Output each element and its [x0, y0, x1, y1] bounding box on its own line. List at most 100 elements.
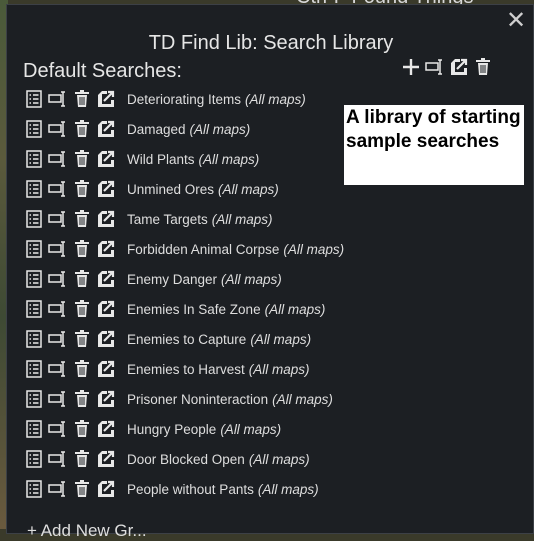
export-icon[interactable]: [96, 389, 116, 409]
annotation-box: A library of starting sample searches: [344, 105, 524, 185]
list-icon[interactable]: [24, 179, 44, 199]
row-actions: [24, 359, 127, 379]
search-row: Enemies to Harvest (All maps): [24, 354, 344, 384]
rename-icon[interactable]: [48, 179, 68, 199]
rename-icon[interactable]: [48, 239, 68, 259]
row-actions: [24, 179, 127, 199]
export-icon[interactable]: [96, 419, 116, 439]
row-actions: [24, 389, 127, 409]
list-icon[interactable]: [24, 149, 44, 169]
list-icon[interactable]: [24, 209, 44, 229]
list-icon[interactable]: [24, 449, 44, 469]
rename-icon[interactable]: [48, 329, 68, 349]
trash-icon[interactable]: [72, 269, 92, 289]
trash-icon[interactable]: [72, 419, 92, 439]
search-name[interactable]: Deteriorating Items: [127, 92, 241, 107]
search-name[interactable]: Enemy Danger: [127, 272, 217, 287]
search-name[interactable]: Enemies to Harvest: [127, 362, 245, 377]
search-name[interactable]: Door Blocked Open: [127, 452, 245, 467]
row-actions: [24, 479, 127, 499]
rename-icon[interactable]: [425, 57, 445, 77]
export-icon[interactable]: [96, 269, 116, 289]
list-icon[interactable]: [24, 239, 44, 259]
export-icon[interactable]: [96, 359, 116, 379]
search-name[interactable]: Hungry People: [127, 422, 216, 437]
list-icon[interactable]: [24, 389, 44, 409]
rename-icon[interactable]: [48, 89, 68, 109]
rename-icon[interactable]: [48, 149, 68, 169]
search-scope: (All maps): [257, 481, 319, 497]
export-icon[interactable]: [96, 89, 116, 109]
export-icon[interactable]: [96, 239, 116, 259]
rename-icon[interactable]: [48, 419, 68, 439]
add-all-icon[interactable]: [401, 57, 421, 77]
trash-icon[interactable]: [72, 299, 92, 319]
row-actions: [24, 89, 127, 109]
search-scope: (All maps): [272, 391, 333, 407]
list-icon[interactable]: [24, 419, 44, 439]
list-icon[interactable]: [24, 329, 44, 349]
search-scope: (All maps): [283, 241, 345, 257]
row-actions: [24, 149, 127, 169]
search-row: Enemies In Safe Zone (All maps): [24, 294, 344, 324]
list-icon[interactable]: [24, 89, 44, 109]
row-actions: [24, 119, 127, 139]
export-icon[interactable]: [96, 119, 116, 139]
rename-icon[interactable]: [48, 269, 68, 289]
search-name[interactable]: Prisoner Noninteraction: [127, 392, 268, 407]
export-icon[interactable]: [96, 209, 116, 229]
rename-icon[interactable]: [48, 359, 68, 379]
rename-icon[interactable]: [48, 449, 68, 469]
export-icon[interactable]: [96, 479, 116, 499]
export-icon[interactable]: [96, 329, 116, 349]
row-actions: [24, 209, 127, 229]
trash-icon[interactable]: [72, 179, 92, 199]
list-icon[interactable]: [24, 269, 44, 289]
list-icon[interactable]: [24, 479, 44, 499]
search-name[interactable]: Unmined Ores: [127, 182, 214, 197]
trash-icon[interactable]: [72, 239, 92, 259]
plus-icon: +: [27, 521, 41, 540]
search-row: Unmined Ores (All maps): [24, 174, 344, 204]
trash-icon[interactable]: [72, 209, 92, 229]
search-name[interactable]: Damaged: [127, 122, 186, 137]
export-icon[interactable]: [449, 57, 469, 77]
rename-icon[interactable]: [48, 389, 68, 409]
export-icon[interactable]: [96, 179, 116, 199]
trash-icon[interactable]: [72, 389, 92, 409]
search-name[interactable]: Enemies to Capture: [127, 332, 246, 347]
search-scope: (All maps): [220, 421, 282, 437]
list-icon[interactable]: [24, 299, 44, 319]
trash-icon[interactable]: [72, 329, 92, 349]
search-name[interactable]: Wild Plants: [127, 152, 195, 167]
trash-icon[interactable]: [72, 449, 92, 469]
export-icon[interactable]: [96, 149, 116, 169]
search-row: Hungry People (All maps): [24, 414, 344, 444]
rename-icon[interactable]: [48, 119, 68, 139]
trash-icon[interactable]: [72, 89, 92, 109]
rename-icon[interactable]: [48, 479, 68, 499]
trash-icon[interactable]: [72, 119, 92, 139]
trash-icon[interactable]: [72, 149, 92, 169]
search-row: Enemy Danger (All maps): [24, 264, 344, 294]
search-scope: (All maps): [211, 211, 273, 227]
search-name[interactable]: Forbidden Animal Corpse: [127, 242, 279, 257]
export-icon[interactable]: [96, 449, 116, 469]
search-name[interactable]: Tame Targets: [127, 212, 208, 227]
search-row: Wild Plants (All maps): [24, 144, 344, 174]
trash-icon[interactable]: [72, 479, 92, 499]
rename-icon[interactable]: [48, 299, 68, 319]
header-toolbar: [401, 57, 493, 77]
search-name[interactable]: People without Pants: [127, 482, 254, 497]
export-icon[interactable]: [96, 299, 116, 319]
list-icon[interactable]: [24, 359, 44, 379]
trash-icon[interactable]: [72, 359, 92, 379]
row-actions: [24, 299, 127, 319]
rename-icon[interactable]: [48, 209, 68, 229]
trash-icon[interactable]: [473, 57, 493, 77]
close-button[interactable]: ✕: [505, 9, 527, 33]
search-scope: (All maps): [218, 181, 279, 197]
add-new-group-button[interactable]: + Add New Gr...: [27, 521, 147, 541]
list-icon[interactable]: [24, 119, 44, 139]
search-name[interactable]: Enemies In Safe Zone: [127, 302, 261, 317]
